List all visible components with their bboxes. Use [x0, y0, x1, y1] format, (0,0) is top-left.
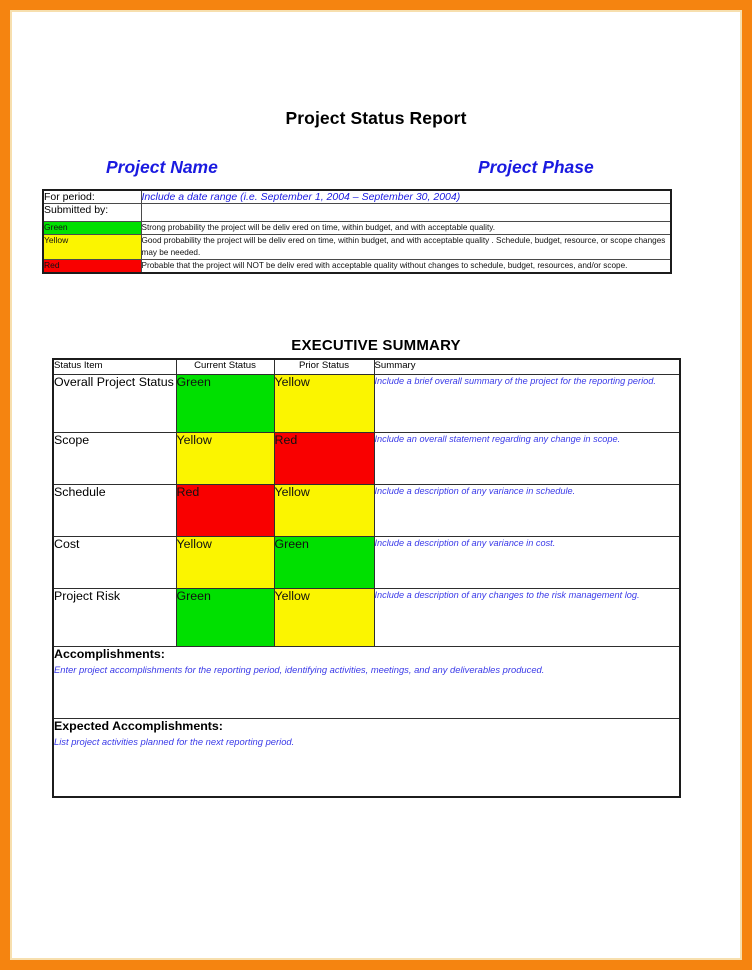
expected-accomplishments-section[interactable]: Expected Accomplishments: List project a… — [52, 718, 681, 797]
legend-description-red: Probable that the project will NOT be de… — [140, 258, 672, 274]
prior-status-schedule[interactable]: Yellow — [273, 484, 375, 537]
summary-scope[interactable]: Include an overall statement regarding a… — [373, 432, 681, 485]
legend-description-green: Strong probability the project will be d… — [140, 221, 672, 235]
current-status-cost[interactable]: Yellow — [175, 536, 275, 589]
page-title: Project Status Report — [285, 108, 467, 128]
legend-row-yellow: Yellow Good probability the project will… — [42, 233, 672, 260]
page-inner-edge: Project Status Report Project Name Proje… — [10, 10, 742, 960]
summary-project-risk[interactable]: Include a description of any changes to … — [373, 588, 681, 647]
accomplishments-title: Accomplishments: — [54, 647, 165, 661]
summary-cost[interactable]: Include a description of any variance in… — [373, 536, 681, 589]
status-item-cost: Cost — [52, 536, 177, 589]
legend-label-yellow: Yellow — [42, 233, 142, 260]
submitted-by-label: Submitted by: — [42, 203, 142, 222]
accomplishments-body[interactable]: Enter project accomplishments for the re… — [54, 664, 679, 677]
current-status-schedule[interactable]: Red — [175, 484, 275, 537]
table-row: Scope Yellow Red Include an overall stat… — [52, 432, 681, 485]
status-item-scope: Scope — [52, 432, 177, 485]
table-row: Cost Yellow Green Include a description … — [52, 536, 681, 589]
column-header-prior-status: Prior Status — [273, 358, 375, 375]
legend-description-yellow: Good probability the project will be del… — [140, 233, 672, 260]
project-headings-row: Project Name Project Phase — [40, 157, 685, 183]
scanned-page-border: Project Status Report Project Name Proje… — [0, 0, 752, 970]
summary-schedule[interactable]: Include a description of any variance in… — [373, 484, 681, 537]
status-item-overall-project-status: Overall Project Status — [52, 374, 177, 433]
expected-accomplishments-body[interactable]: List project activities planned for the … — [54, 736, 679, 749]
legend-row-green: Green Strong probability the project wil… — [42, 221, 672, 235]
for-period-value[interactable]: Include a date range (i.e. September 1, … — [140, 189, 672, 204]
submitted-by-row: Submitted by: — [42, 203, 672, 222]
submitted-by-value[interactable] — [140, 203, 672, 222]
current-status-scope[interactable]: Yellow — [175, 432, 275, 485]
column-header-status-item: Status Item — [52, 358, 177, 375]
report-header-table: For period: Include a date range (i.e. S… — [42, 189, 672, 274]
for-period-row: For period: Include a date range (i.e. S… — [42, 189, 672, 204]
status-item-schedule: Schedule — [52, 484, 177, 537]
for-period-label: For period: — [42, 189, 142, 204]
executive-summary-table: Status Item Current Status Prior Status … — [52, 358, 681, 798]
accomplishments-row: Accomplishments: Enter project accomplis… — [52, 646, 681, 719]
exec-table-header-row: Status Item Current Status Prior Status … — [52, 358, 681, 375]
legend-row-red: Red Probable that the project will NOT b… — [42, 258, 672, 274]
prior-status-overall-project-status[interactable]: Yellow — [273, 374, 375, 433]
table-row: Schedule Red Yellow Include a descriptio… — [52, 484, 681, 537]
prior-status-scope[interactable]: Red — [273, 432, 375, 485]
table-row: Overall Project Status Green Yellow Incl… — [52, 374, 681, 433]
column-header-summary: Summary — [373, 358, 681, 375]
legend-label-green: Green — [42, 221, 142, 235]
summary-overall-project-status[interactable]: Include a brief overall summary of the p… — [373, 374, 681, 433]
expected-accomplishments-row: Expected Accomplishments: List project a… — [52, 718, 681, 797]
column-header-current-status: Current Status — [175, 358, 275, 375]
expected-accomplishments-title: Expected Accomplishments: — [54, 719, 223, 733]
executive-summary-heading: EXECUTIVE SUMMARY — [291, 337, 461, 354]
project-name-heading: Project Name — [106, 157, 218, 177]
table-row: Project Risk Green Yellow Include a desc… — [52, 588, 681, 647]
status-item-project-risk: Project Risk — [52, 588, 177, 647]
current-status-project-risk[interactable]: Green — [175, 588, 275, 647]
prior-status-cost[interactable]: Green — [273, 536, 375, 589]
accomplishments-section[interactable]: Accomplishments: Enter project accomplis… — [52, 646, 681, 719]
project-phase-heading: Project Phase — [478, 157, 594, 177]
current-status-overall-project-status[interactable]: Green — [175, 374, 275, 433]
document-sheet: Project Status Report Project Name Proje… — [12, 12, 740, 958]
prior-status-project-risk[interactable]: Yellow — [273, 588, 375, 647]
legend-label-red: Red — [42, 258, 142, 274]
